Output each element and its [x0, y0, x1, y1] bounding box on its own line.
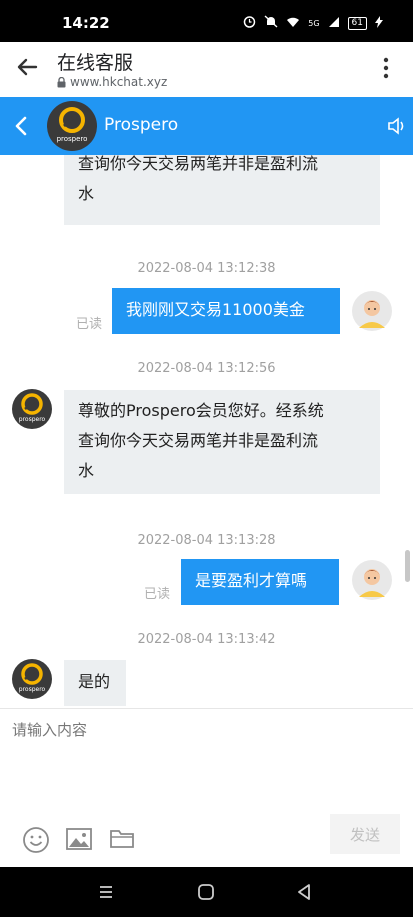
avatar-logo-text: prospero: [19, 416, 46, 423]
network-label: 5G: [308, 18, 320, 28]
charging-icon: [375, 15, 383, 31]
battery-icon: 61: [347, 16, 367, 30]
agent-avatar: prospero: [11, 388, 53, 430]
url-text: www.hkchat.xyz: [70, 75, 168, 89]
chat-header: prospero Prospero: [0, 97, 413, 155]
message-timestamp: 2022-08-04 13:12:38: [137, 261, 276, 276]
message-line: 查询你今天交易两笔并非是盈利流: [78, 155, 319, 173]
header-avatar: prospero: [46, 100, 98, 152]
message-line: 查询你今天交易两笔并非是盈利流: [78, 431, 319, 450]
user-avatar: [351, 290, 393, 332]
composer: 发送: [0, 708, 413, 867]
message-bubble-outgoing: 是要盈利才算嗎: [181, 559, 339, 605]
message-line: 水: [78, 184, 95, 203]
browser-back-icon[interactable]: [14, 54, 40, 80]
user-avatar: [351, 559, 393, 601]
chat-back-icon[interactable]: [14, 116, 28, 136]
speaker-icon[interactable]: [387, 117, 407, 135]
alarm-icon: [243, 15, 256, 31]
chat-message-list[interactable]: 查询你今天交易两笔并非是盈利流 水 2022-08-04 13:12:38 已读…: [0, 155, 413, 708]
message-timestamp: 2022-08-04 13:13:28: [137, 533, 276, 548]
read-status: 已读: [76, 317, 103, 332]
status-bar: 14:22 5G 61: [0, 0, 413, 42]
browser-bar: 在线客服 www.hkchat.xyz: [0, 42, 413, 97]
avatar-logo-text: prospero: [19, 686, 46, 693]
folder-icon[interactable]: [109, 826, 137, 852]
system-back-icon[interactable]: [294, 882, 314, 902]
status-time: 14:22: [62, 14, 110, 32]
message-line: 尊敬的Prospero会员您好。经系统: [78, 401, 324, 420]
wifi-icon: [286, 16, 300, 31]
more-menu-icon[interactable]: [383, 56, 389, 80]
recent-apps-icon[interactable]: [96, 882, 116, 902]
message-bubble-incoming: 尊敬的Prospero会员您好。经系统 查询你今天交易两笔并非是盈利流 水: [64, 390, 380, 494]
home-icon[interactable]: [196, 882, 216, 902]
message-input[interactable]: [12, 719, 402, 809]
page-url: www.hkchat.xyz: [57, 75, 167, 89]
send-button[interactable]: 发送: [330, 814, 400, 854]
avatar-logo-text: prospero: [57, 135, 88, 143]
system-nav-bar: [0, 867, 413, 917]
image-icon[interactable]: [65, 826, 93, 852]
message-line: 水: [78, 461, 95, 480]
message-timestamp: 2022-08-04 13:13:42: [137, 632, 276, 647]
page-title: 在线客服: [57, 52, 134, 74]
chat-contact-name: Prospero: [104, 115, 179, 135]
scrollbar-thumb[interactable]: [405, 550, 410, 582]
emoji-icon[interactable]: [22, 826, 50, 853]
message-bubble-outgoing: 我刚刚又交易11000美金: [112, 288, 340, 334]
lock-icon: [57, 76, 66, 88]
read-status: 已读: [144, 587, 171, 602]
mute-icon: [264, 15, 278, 31]
message-bubble-incoming: 是的: [64, 660, 126, 706]
status-icons: 5G 61: [243, 15, 383, 31]
message-bubble-incoming: 查询你今天交易两笔并非是盈利流 水: [64, 155, 380, 225]
signal-icon: [328, 16, 340, 31]
agent-avatar: prospero: [11, 658, 53, 700]
message-timestamp: 2022-08-04 13:12:56: [137, 361, 276, 376]
